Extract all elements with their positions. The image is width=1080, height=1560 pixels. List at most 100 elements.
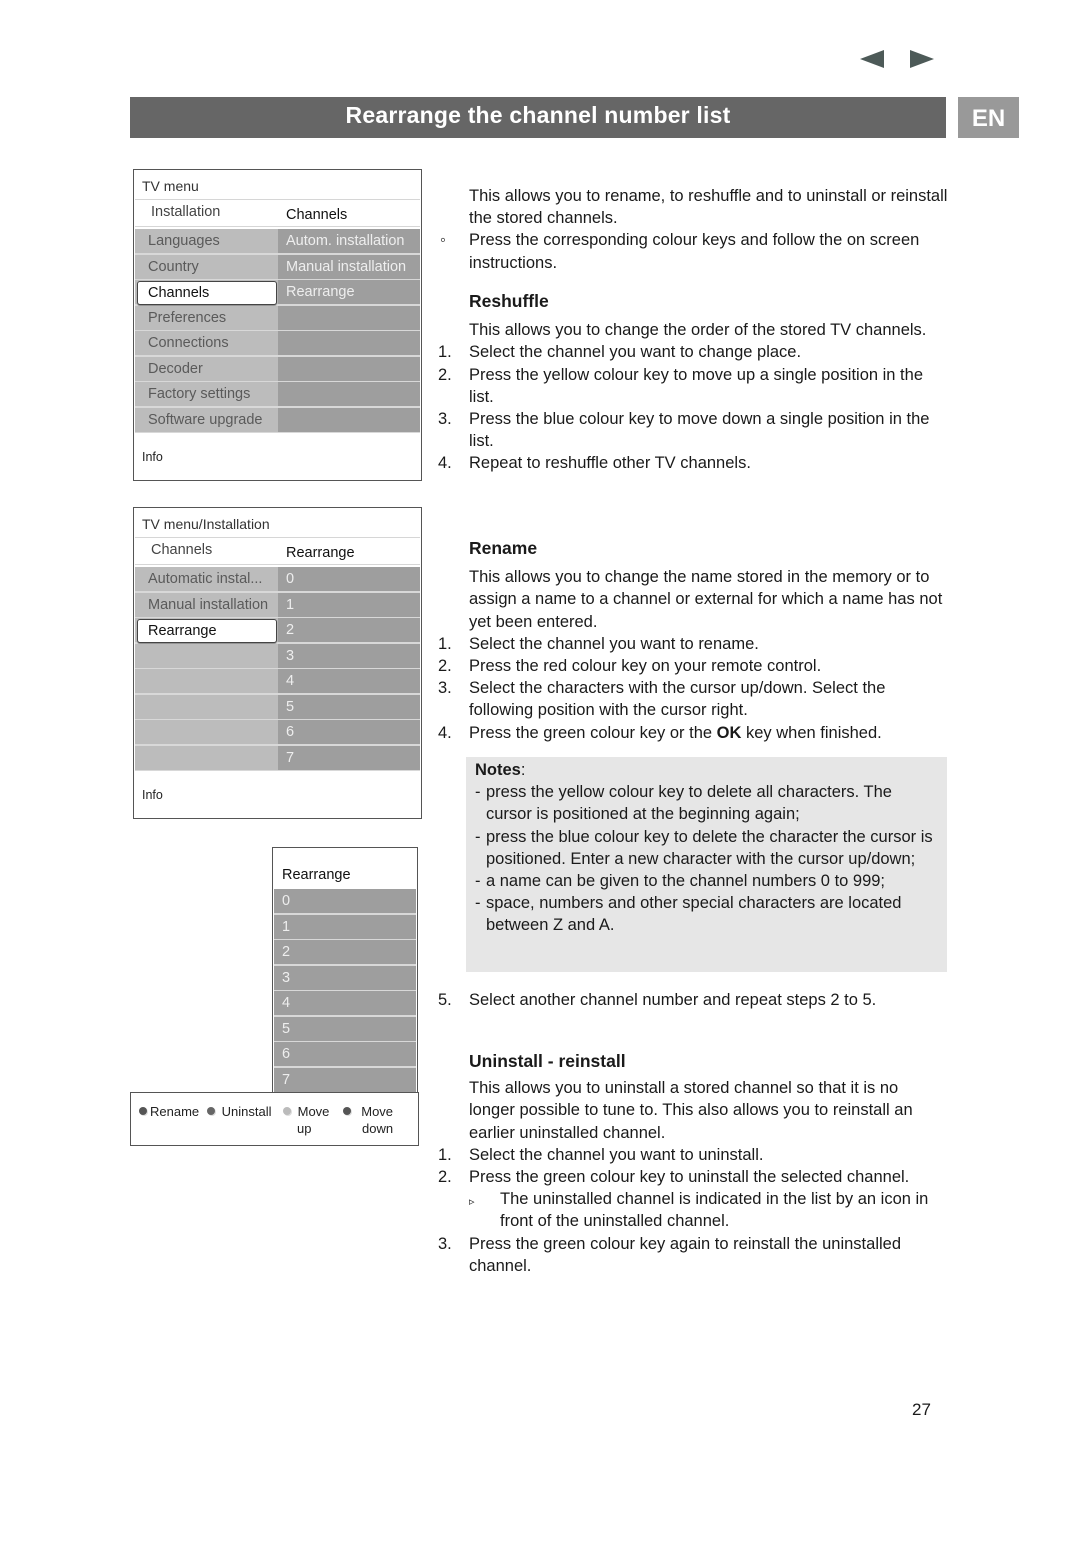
page-title: Rearrange the channel number list [130,97,946,138]
channel-item[interactable]: 3 [274,965,416,990]
menu-row: Country Manual installation [135,254,420,280]
submenu-item[interactable]: 5 [278,694,420,719]
divider [135,431,420,433]
arrow-left-icon[interactable] [860,50,884,68]
move-down-key[interactable]: Move down [343,1103,393,1137]
breadcrumb: TV menu/Installation [142,516,270,532]
submenu-item[interactable]: 7 [278,745,420,770]
language-badge: EN [958,97,1019,138]
submenu-item[interactable]: Rearrange [278,280,420,304]
note-item: - press the blue colour key to delete the… [475,827,933,868]
arrow-right-icon[interactable] [910,50,934,68]
menu-item[interactable] [135,720,278,744]
uninstall-section: Uninstall - reinstall This allows you to… [438,1050,948,1277]
green-key-icon [207,1107,215,1115]
rearrange-panel: Rearrange 01234567 [272,847,418,1094]
selected-menu-item[interactable]: Channels [137,281,277,305]
menu-row: Connections [135,331,420,357]
menu-row: Manual installation 1 [135,592,420,618]
column-header-right: Channels [286,207,348,223]
channel-item[interactable]: 2 [274,940,416,964]
menu-grid: Automatic instal... 0 Manual installation 1… [135,567,420,775]
menu-item[interactable]: Connections [135,331,278,355]
step-item: 4. Repeat to reshuffle other TV channels. [438,454,751,473]
menu-item[interactable] [135,669,278,693]
menu-item[interactable]: Preferences [135,305,278,330]
rename-step5: 5. Select another channel number and rep… [438,989,948,1011]
menu-item[interactable]: Languages [135,229,278,253]
rename-key[interactable]: Rename [139,1103,199,1120]
menu-item[interactable]: Software upgrade [135,407,278,432]
submenu-item[interactable]: 3 [278,643,420,668]
menu-row: 3 [135,643,420,669]
submenu-item[interactable] [278,305,420,330]
channel-item[interactable]: 5 [274,1016,416,1041]
menu-row: 4 [135,669,420,695]
submenu-item[interactable]: Manual installation [278,254,420,279]
dash-marker: - [475,827,481,846]
reshuffle-steps: 1. Select the channel you want to change … [438,341,948,474]
dash-marker: - [475,783,481,802]
menu-item[interactable]: Manual installation [135,592,278,617]
info-label: Info [142,450,163,464]
rename-steps: 1. Select the channel you want to rename.… [438,633,948,744]
step-item: 4. Press the green colour key or the OK k… [438,723,882,742]
submenu-item[interactable] [278,407,420,432]
yellow-key-icon [283,1107,291,1115]
dash-marker: - [475,894,481,913]
triangle-right-icon: ▹ [469,1196,475,1209]
submenu-item[interactable]: 6 [278,720,420,744]
submenu-item[interactable]: 2 [278,618,420,642]
menu-item[interactable] [135,643,278,668]
reshuffle-section: Reshuffle This allows you to change the … [438,290,948,475]
column-header-left: Channels [151,542,213,558]
installation-panel: TV menu/Installation Channels Rearrange … [133,507,422,819]
step-item: 1. Select the channel you want to rename. [438,634,759,653]
menu-row: 5 [135,694,420,720]
step-item: 1. Select the channel you want to change … [438,343,802,362]
red-key-icon [139,1107,147,1115]
notes-list: - press the yellow colour key to delete a… [475,781,940,936]
step-item: 3. Select the characters with the cursor … [438,679,886,720]
menu-row: Languages Autom. installation [135,229,420,255]
menu-item[interactable] [135,745,278,770]
menu-item[interactable]: Decoder [135,356,278,381]
submenu-item[interactable]: 4 [278,669,420,693]
move-up-key[interactable]: Move up [283,1103,329,1137]
menu-item[interactable]: Automatic instal... [135,567,278,591]
submenu-item[interactable]: 0 [278,567,420,591]
selected-menu-item[interactable]: Rearrange [137,619,277,643]
menu-grid: Languages Autom. installation Country Manua… [135,229,420,437]
menu-item[interactable]: Country [135,254,278,279]
channel-item[interactable]: 0 [274,889,416,913]
uninstall-key[interactable]: Uninstall [207,1103,271,1120]
channel-item[interactable]: 1 [274,914,416,939]
submenu-item[interactable] [278,356,420,381]
dash-marker: - [475,872,481,891]
notes-title: Notes: [475,761,526,779]
step-item: 2. Press the yellow colour key to move up… [438,365,923,406]
menu-row: 6 [135,720,420,746]
menu-row: Preferences [135,305,420,331]
menu-item[interactable] [135,694,278,719]
step-item: 2. Press the red colour key on your remot… [438,657,822,676]
colour-key-legend: Rename Uninstall Move up Move down [130,1092,419,1146]
rearrange-header: Rearrange [282,867,351,883]
uninstall-steps: 1. Select the channel you want to uninsta… [438,1144,948,1188]
channel-item[interactable]: 6 [274,1042,416,1066]
menu-item[interactable]: Factory settings [135,382,278,406]
submenu-item[interactable]: 1 [278,592,420,617]
submenu-item[interactable]: Autom. installation [278,229,420,253]
channel-item[interactable]: 7 [274,1067,416,1092]
submenu-item[interactable] [278,331,420,355]
channel-item[interactable]: 4 [274,991,416,1015]
page-number: 27 [912,1400,931,1419]
bullet-icon: ◦ [440,231,446,250]
submenu-item[interactable] [278,382,420,406]
step-item: 2. Press the green colour key to uninstal… [438,1168,910,1187]
column-header-left: Installation [151,204,221,220]
result-item: ▹ The uninstalled channel is indicated i… [469,1190,929,1231]
rename-section: Rename This allows you to change the nam… [438,537,948,744]
menu-row: Automatic instal... 0 [135,567,420,593]
step-item: 3. Press the blue colour key to move down… [438,410,930,451]
